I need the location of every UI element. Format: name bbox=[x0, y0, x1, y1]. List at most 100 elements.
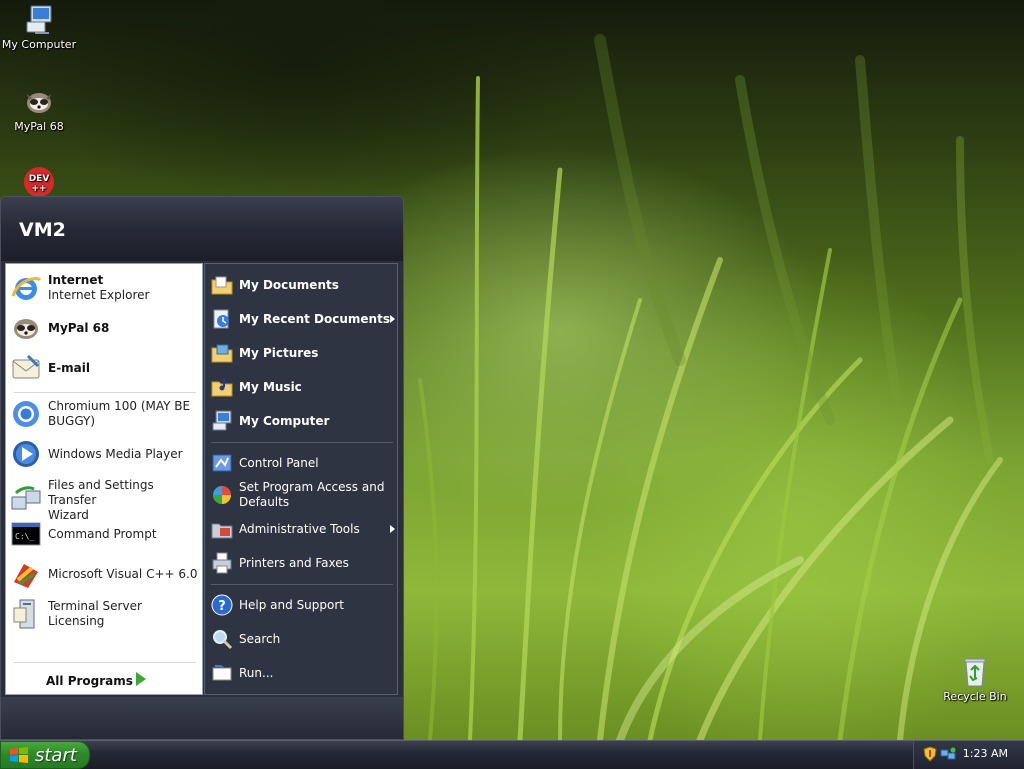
internet-explorer-icon bbox=[10, 272, 42, 304]
mypal-icon bbox=[23, 86, 55, 118]
svg-text:C:\_: C:\_ bbox=[15, 532, 34, 541]
media-player-icon bbox=[10, 438, 42, 470]
pinned-title: E-mail bbox=[48, 360, 91, 375]
command-prompt-icon: C:\_ bbox=[10, 518, 42, 550]
settings-label: Set Program Access and bbox=[239, 480, 385, 494]
settings-label: Control Panel bbox=[239, 455, 319, 470]
desktop-icon-label: My Computer bbox=[1, 38, 77, 51]
program-access-icon bbox=[211, 484, 233, 506]
run-icon bbox=[211, 662, 233, 684]
recent-label: Command Prompt bbox=[48, 526, 157, 541]
place-label: My Computer bbox=[239, 413, 330, 428]
recent-item-transfer-wizard[interactable]: Files and Settings Transfer Wizard bbox=[10, 478, 198, 523]
submenu-arrow-icon bbox=[390, 525, 395, 533]
search-item[interactable]: Search bbox=[211, 628, 391, 650]
recent-label: Windows Media Player bbox=[48, 446, 183, 461]
desktop-icon-recycle-bin[interactable]: Recycle Bin bbox=[932, 656, 1018, 703]
place-my-documents[interactable]: My Documents bbox=[211, 274, 391, 296]
place-my-music[interactable]: My Music bbox=[211, 376, 391, 398]
recent-label: Files and Settings Transfer bbox=[48, 478, 154, 507]
terminal-licensing-icon bbox=[10, 598, 42, 630]
desktop-icon-mypal[interactable]: MyPal 68 bbox=[0, 86, 82, 133]
settings-printers-faxes[interactable]: Printers and Faxes bbox=[211, 552, 391, 574]
recent-documents-icon bbox=[211, 308, 233, 330]
separator bbox=[14, 392, 196, 393]
recent-item-visual-cpp[interactable]: Microsoft Visual C++ 6.0 bbox=[10, 558, 198, 590]
pinned-item-internet[interactable]: Internet Internet Explorer bbox=[10, 272, 198, 304]
taskbar: start 1:23 AM bbox=[0, 740, 1024, 769]
help-label: Run... bbox=[239, 665, 274, 680]
run-item[interactable]: Run... bbox=[211, 662, 391, 684]
settings-label: Administrative Tools bbox=[239, 521, 360, 536]
separator bbox=[14, 662, 196, 663]
recent-item-terminal-licensing[interactable]: Terminal Server Licensing bbox=[10, 598, 198, 630]
security-shield-icon[interactable] bbox=[922, 746, 938, 762]
settings-control-panel[interactable]: Control Panel bbox=[211, 452, 391, 474]
visual-cpp-icon bbox=[10, 558, 42, 590]
pinned-item-mypal[interactable]: MyPal 68 bbox=[10, 312, 198, 344]
place-my-pictures[interactable]: My Pictures bbox=[211, 342, 391, 364]
printer-icon bbox=[211, 552, 233, 574]
start-menu: VM2 Internet Internet Explorer MyPal 68 … bbox=[0, 196, 404, 740]
clock[interactable]: 1:23 AM bbox=[963, 747, 1008, 760]
recent-label: BUGGY) bbox=[48, 414, 96, 428]
search-icon bbox=[211, 628, 233, 650]
recent-label: Terminal Server Licensing bbox=[48, 599, 142, 628]
system-tray: 1:23 AM bbox=[913, 741, 1024, 769]
start-label: start bbox=[35, 744, 77, 766]
all-programs-arrow-icon bbox=[136, 672, 146, 686]
help-label: Search bbox=[239, 631, 281, 646]
recent-item-chromium[interactable]: Chromium 100 (MAY BE BUGGY) bbox=[10, 398, 198, 430]
control-panel-icon bbox=[211, 452, 233, 474]
settings-program-access[interactable]: Set Program Access and Defaults bbox=[211, 480, 391, 510]
place-label: My Music bbox=[239, 379, 302, 394]
svg-text:++: ++ bbox=[31, 184, 46, 194]
pinned-item-email[interactable]: E-mail bbox=[10, 352, 198, 384]
place-my-computer[interactable]: My Computer bbox=[211, 410, 391, 432]
help-icon: ? bbox=[211, 594, 233, 616]
place-my-recent-documents[interactable]: My Recent Documents bbox=[211, 308, 395, 330]
recent-item-command-prompt[interactable]: C:\_ Command Prompt bbox=[10, 518, 198, 550]
place-label: My Pictures bbox=[239, 345, 319, 360]
folder-music-icon bbox=[211, 376, 233, 398]
start-menu-programs: Internet Internet Explorer MyPal 68 E-ma… bbox=[5, 263, 203, 695]
start-menu-places: My Documents My Recent Documents My Pict… bbox=[204, 263, 398, 695]
network-icon[interactable] bbox=[940, 746, 956, 762]
separator bbox=[211, 442, 393, 443]
my-computer-icon bbox=[211, 410, 233, 432]
recent-label: Microsoft Visual C++ 6.0 bbox=[48, 566, 198, 581]
windows-flag-icon bbox=[9, 746, 29, 764]
start-menu-header: VM2 bbox=[1, 197, 403, 261]
recent-label: Chromium 100 (MAY BE bbox=[48, 399, 191, 413]
pinned-title: Internet bbox=[48, 273, 104, 287]
svg-text:?: ? bbox=[218, 599, 226, 614]
all-programs-button[interactable]: All Programs bbox=[46, 674, 133, 688]
submenu-arrow-icon bbox=[390, 315, 395, 323]
recycle-bin-icon bbox=[959, 656, 991, 688]
settings-administrative-tools[interactable]: Administrative Tools bbox=[211, 518, 395, 540]
devcpp-icon: DEV ++ bbox=[23, 166, 55, 198]
my-computer-icon bbox=[23, 4, 55, 36]
admin-tools-icon bbox=[211, 518, 233, 540]
place-label: My Recent Documents bbox=[239, 311, 390, 326]
settings-label: Printers and Faxes bbox=[239, 555, 349, 570]
desktop-icon-devcpp[interactable]: DEV ++ bbox=[0, 166, 82, 200]
start-menu-footer bbox=[1, 697, 403, 739]
settings-label: Defaults bbox=[239, 495, 290, 509]
email-icon bbox=[10, 352, 42, 384]
recent-item-media-player[interactable]: Windows Media Player bbox=[10, 438, 198, 470]
help-and-support[interactable]: ? Help and Support bbox=[211, 594, 391, 616]
transfer-wizard-icon bbox=[10, 485, 42, 517]
svg-text:DEV: DEV bbox=[29, 174, 50, 184]
pinned-subtitle: Internet Explorer bbox=[48, 288, 150, 302]
chromium-icon bbox=[10, 398, 42, 430]
desktop-icon-my-computer[interactable]: My Computer bbox=[0, 4, 82, 51]
mypal-icon bbox=[10, 312, 42, 344]
start-button[interactable]: start bbox=[0, 741, 90, 769]
folder-documents-icon bbox=[211, 274, 233, 296]
desktop-icon-label: MyPal 68 bbox=[14, 120, 64, 133]
desktop-icon-label: Recycle Bin bbox=[943, 690, 1007, 703]
help-label: Help and Support bbox=[239, 597, 344, 612]
pinned-title: MyPal 68 bbox=[48, 320, 110, 335]
place-label: My Documents bbox=[239, 277, 339, 292]
